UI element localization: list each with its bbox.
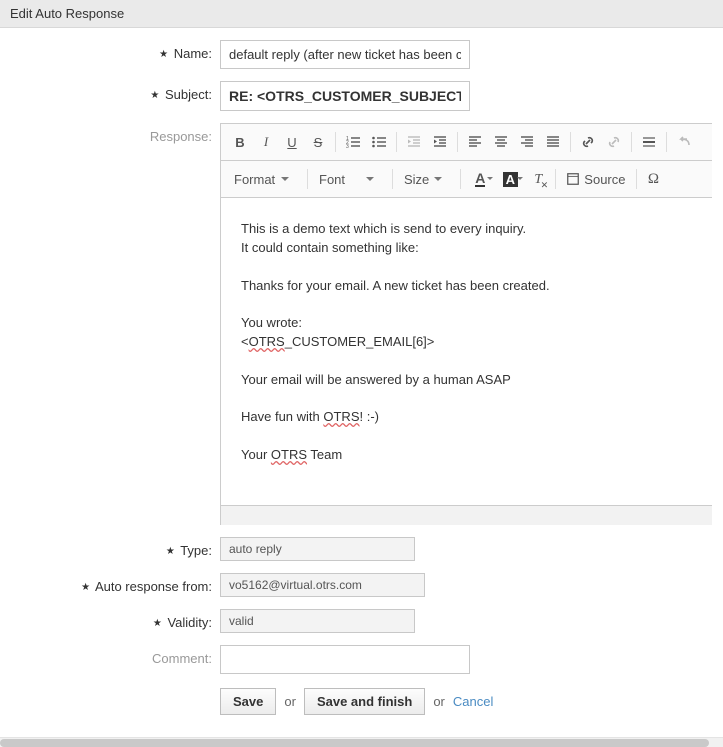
label-validity: ★ Validity: <box>0 609 220 630</box>
body-line: Your email will be answered by a human A… <box>241 371 692 390</box>
page-title: Edit Auto Response <box>10 6 124 21</box>
source-button[interactable]: Source <box>560 172 631 187</box>
row-response: Response: B I U S 123 <box>0 123 723 525</box>
subject-input[interactable] <box>220 81 470 111</box>
size-combo[interactable]: Size <box>397 168 448 191</box>
editor-statusbar <box>221 505 712 525</box>
row-subject: ★ Subject: <box>0 81 723 111</box>
page-header: Edit Auto Response <box>0 0 723 28</box>
required-icon: ★ <box>159 49 168 60</box>
required-icon: ★ <box>150 90 159 101</box>
editor-content[interactable]: This is a demo text which is send to eve… <box>221 198 712 505</box>
body-line <box>241 352 692 371</box>
toolbar-separator <box>392 169 393 189</box>
scrollbar-thumb[interactable] <box>0 739 709 747</box>
unordered-list-button[interactable] <box>366 130 392 154</box>
horizontal-scrollbar[interactable] <box>0 737 723 747</box>
unlink-button[interactable] <box>601 130 627 154</box>
body-line <box>241 390 692 409</box>
svg-text:3: 3 <box>346 144 349 150</box>
indent-button[interactable] <box>427 130 453 154</box>
outdent-button[interactable] <box>401 130 427 154</box>
align-right-button[interactable] <box>514 130 540 154</box>
align-left-button[interactable] <box>462 130 488 154</box>
row-comment: Comment: <box>0 645 723 674</box>
toolbar-separator <box>636 169 637 189</box>
body-line: <OTRS_CUSTOMER_EMAIL[6]> <box>241 333 692 352</box>
align-justify-button[interactable] <box>540 130 566 154</box>
editor-toolbar-1: B I U S 123 <box>221 124 712 161</box>
row-name: ★ Name: <box>0 40 723 69</box>
save-button[interactable]: Save <box>220 688 276 715</box>
row-validity: ★ Validity: valid <box>0 609 723 633</box>
body-line: This is a demo text which is send to eve… <box>241 220 692 239</box>
link-button[interactable] <box>575 130 601 154</box>
save-and-finish-button[interactable]: Save and finish <box>304 688 425 715</box>
ordered-list-button[interactable]: 123 <box>340 130 366 154</box>
type-select[interactable]: auto reply <box>220 537 415 561</box>
body-line <box>241 295 692 314</box>
comment-input[interactable] <box>220 645 470 674</box>
underline-button[interactable]: U <box>279 130 305 154</box>
text-color-button[interactable]: A <box>465 167 495 191</box>
body-line: It could contain something like: <box>241 239 692 258</box>
body-line: Your OTRS Team <box>241 446 692 465</box>
body-line <box>241 427 692 446</box>
validity-select[interactable]: valid <box>220 609 415 633</box>
editor-toolbar-2: Format Font Size A A T✕ <box>221 161 712 198</box>
name-input[interactable] <box>220 40 470 69</box>
toolbar-separator <box>307 169 308 189</box>
form: ★ Name: ★ Subject: Response: B I U <box>0 28 723 737</box>
label-response: Response: <box>0 123 220 144</box>
required-icon: ★ <box>81 582 90 593</box>
toolbar-separator <box>396 132 397 152</box>
toolbar-separator <box>460 169 461 189</box>
row-type: ★ Type: auto reply <box>0 537 723 561</box>
body-line: You wrote: <box>241 314 692 333</box>
align-center-button[interactable] <box>488 130 514 154</box>
toolbar-separator <box>570 132 571 152</box>
toolbar-separator <box>555 169 556 189</box>
format-combo[interactable]: Format <box>227 168 295 191</box>
undo-button[interactable] <box>671 130 697 154</box>
body-line: Have fun with OTRS! :-) <box>241 408 692 427</box>
font-combo[interactable]: Font <box>312 168 380 191</box>
label-auto-response-from: ★ Auto response from: <box>0 573 220 594</box>
row-actions: Save or Save and finish or Cancel <box>0 686 723 715</box>
horizontal-rule-button[interactable] <box>636 130 662 154</box>
toolbar-separator <box>666 132 667 152</box>
label-comment: Comment: <box>0 645 220 666</box>
background-color-button[interactable]: A <box>495 167 525 191</box>
label-subject: ★ Subject: <box>0 81 220 102</box>
label-name: ★ Name: <box>0 40 220 61</box>
toolbar-separator <box>335 132 336 152</box>
row-auto-response-from: ★ Auto response from: vo5162@virtual.otr… <box>0 573 723 597</box>
strike-button[interactable]: S <box>305 130 331 154</box>
body-line <box>241 258 692 277</box>
italic-button[interactable]: I <box>253 130 279 154</box>
bold-button[interactable]: B <box>227 130 253 154</box>
toolbar-separator <box>457 132 458 152</box>
required-icon: ★ <box>166 546 175 557</box>
source-icon <box>566 172 580 186</box>
toolbar-separator <box>631 132 632 152</box>
auto-response-from-select[interactable]: vo5162@virtual.otrs.com <box>220 573 425 597</box>
label-type: ★ Type: <box>0 537 220 558</box>
body-line: Thanks for your email. A new ticket has … <box>241 277 692 296</box>
remove-format-button[interactable]: T✕ <box>525 167 551 191</box>
required-icon: ★ <box>153 618 162 629</box>
rich-text-editor: B I U S 123 <box>220 123 712 525</box>
special-char-button[interactable]: Ω <box>641 167 667 191</box>
